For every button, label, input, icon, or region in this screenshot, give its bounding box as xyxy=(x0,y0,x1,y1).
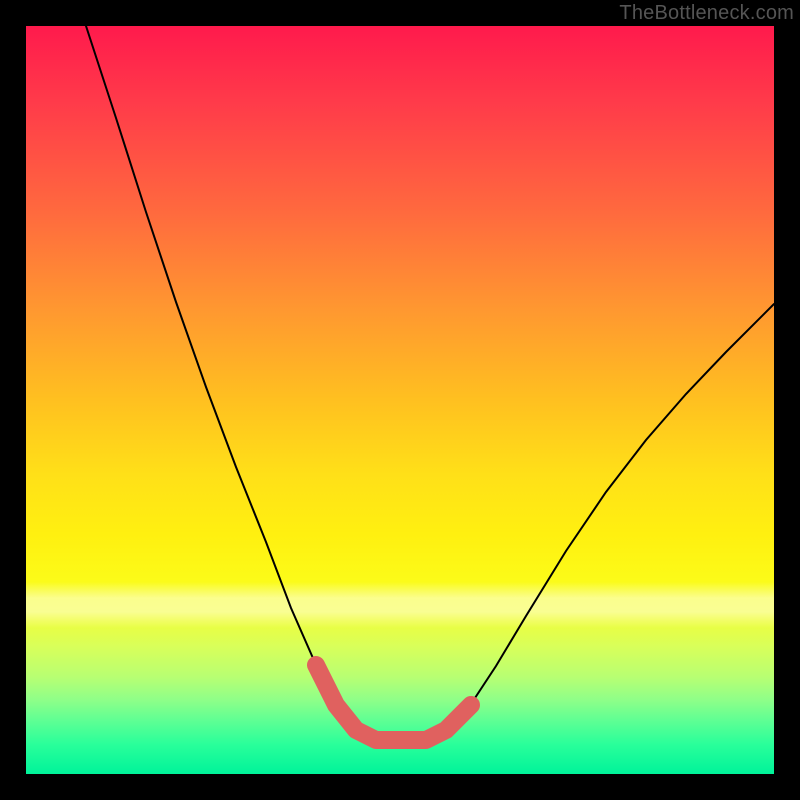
chart-svg xyxy=(26,26,774,774)
acceptable-range-highlight xyxy=(316,665,471,740)
chart-canvas xyxy=(26,26,774,774)
bottleneck-curve xyxy=(86,26,774,740)
watermark-text: TheBottleneck.com xyxy=(619,2,794,25)
